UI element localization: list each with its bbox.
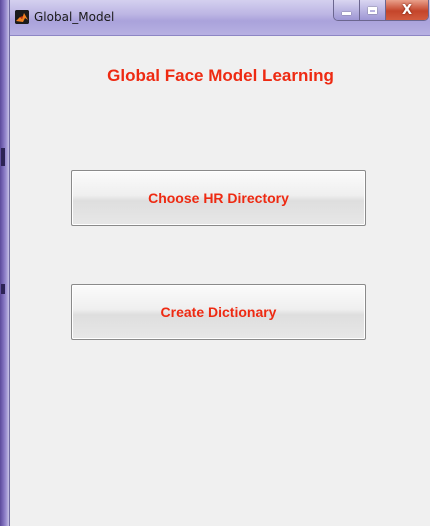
title-bar[interactable]: Global_Model X bbox=[10, 0, 430, 36]
background-edge-mark bbox=[1, 284, 5, 294]
maximize-icon bbox=[368, 6, 377, 14]
close-button[interactable]: X bbox=[386, 0, 428, 20]
background-edge-mark bbox=[1, 148, 5, 166]
choose-hr-directory-label: Choose HR Directory bbox=[148, 190, 289, 206]
global-model-window: Global_Model X Global Face Model Learnin… bbox=[9, 0, 430, 526]
choose-hr-directory-button[interactable]: Choose HR Directory bbox=[71, 170, 366, 226]
minimize-icon bbox=[342, 11, 351, 15]
close-icon: X bbox=[401, 2, 413, 18]
page-title: Global Face Model Learning bbox=[107, 66, 334, 85]
minimize-button[interactable] bbox=[334, 0, 360, 20]
window-title: Global_Model bbox=[34, 10, 115, 24]
create-dictionary-button[interactable]: Create Dictionary bbox=[71, 284, 366, 340]
create-dictionary-label: Create Dictionary bbox=[160, 304, 277, 320]
maximize-button[interactable] bbox=[360, 0, 386, 20]
background-window-edge bbox=[0, 0, 9, 526]
window-controls: X bbox=[333, 0, 429, 21]
matlab-icon[interactable] bbox=[15, 10, 29, 24]
